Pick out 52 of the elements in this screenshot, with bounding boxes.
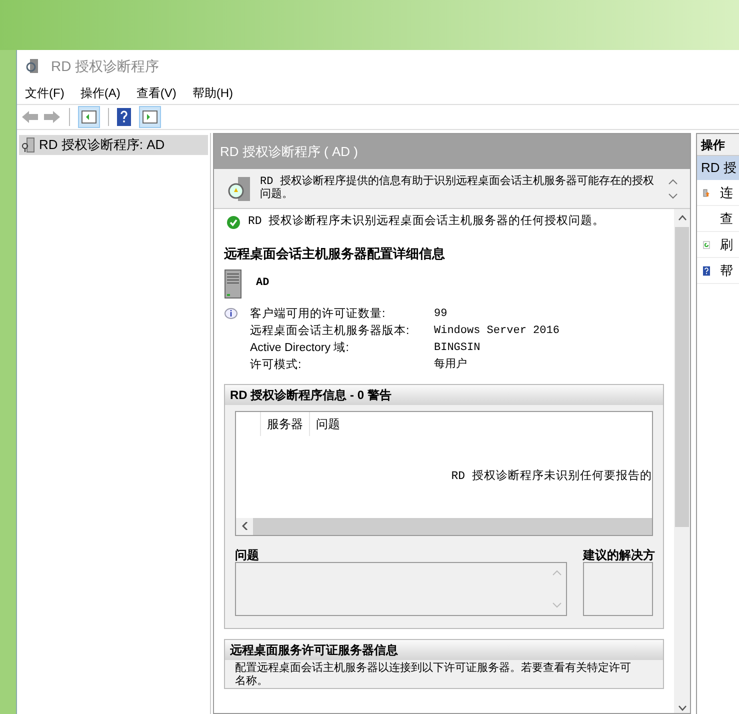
column-header[interactable]: 问题 <box>309 412 346 436</box>
help-icon[interactable] <box>117 108 131 126</box>
scroll-down-icon[interactable] <box>678 705 686 711</box>
empty-list-message: RD 授权诊断程序未识别任何要报告的 <box>450 468 652 485</box>
scroll-up-icon[interactable] <box>678 215 686 221</box>
server-diagnostic-icon <box>226 176 252 202</box>
action-item[interactable]: 刷 <box>697 232 739 258</box>
field-label: 建议的解决方 <box>583 546 653 562</box>
field-label: 问题 <box>235 546 260 562</box>
description-text: RD 授权诊断程序提供的信息有助于识别远程桌面会话主机服务器可能存在的授权问题。 <box>260 176 655 202</box>
action-item[interactable]: 查 <box>697 206 739 232</box>
section-header: RD 授权诊断程序信息 - 0 警告 <box>225 384 663 404</box>
tree-item[interactable]: RD 授权诊断程序: AD <box>19 135 208 155</box>
vertical-scrollbar[interactable] <box>674 209 690 713</box>
solution-text-area[interactable] <box>583 562 653 616</box>
section-header: 远程桌面服务许可证服务器信息 <box>225 640 663 660</box>
description-text: 配置远程桌面会话主机服务器以连接到以下许可证服务器。若要查看有关特定许可 <box>235 662 632 674</box>
menu-item[interactable]: 帮助(H) <box>192 84 233 102</box>
server-key-icon <box>21 137 35 153</box>
action-item[interactable]: 帮 <box>697 258 739 284</box>
scroll-arrows-icon[interactable] <box>668 178 678 200</box>
show-actions-icon[interactable] <box>139 106 161 128</box>
menu-item[interactable]: 操作(A) <box>80 84 120 102</box>
check-icon <box>227 216 240 228</box>
property-value: 99 <box>434 306 448 322</box>
pane-header: RD 授权诊断程序 ( AD ) <box>214 134 690 169</box>
show-tree-icon[interactable] <box>78 106 100 128</box>
property-value: Windows Server 2016 <box>434 324 560 338</box>
property-value: 每用户 <box>434 356 468 372</box>
property-label: 客户端可用的许可证数量: <box>250 306 386 322</box>
property-label: Active Directory 域: <box>250 340 350 356</box>
actions-group-header[interactable]: RD 授 <box>697 156 739 180</box>
menu-item[interactable]: 查看(V) <box>136 84 176 102</box>
status-message: RD 授权诊断程序未识别远程桌面会话主机服务器的任何授权问题。 <box>248 213 605 230</box>
menu-item[interactable]: 文件(F) <box>25 84 64 102</box>
property-value: BINGSIN <box>434 340 482 356</box>
back-arrow-icon[interactable] <box>21 110 39 124</box>
action-item[interactable]: 连 <box>697 180 739 206</box>
window-title: RD 授权诊断程序 <box>51 56 160 76</box>
problem-text-area[interactable] <box>235 562 567 616</box>
property-label: 许可模式: <box>250 358 302 372</box>
info-icon <box>224 308 238 320</box>
section-heading: 远程桌面会话主机服务器配置详细信息 <box>224 245 446 263</box>
server-icon <box>224 268 244 298</box>
scroll-left-icon[interactable] <box>242 522 248 530</box>
property-label: 远程桌面会话主机服务器版本: <box>250 323 410 338</box>
server-name: AD <box>256 276 270 292</box>
column-header[interactable]: 服务器 <box>260 412 309 436</box>
forward-arrow-icon[interactable] <box>43 110 61 124</box>
description-text: 名称。 <box>235 674 269 688</box>
actions-header: 操作 <box>697 134 739 156</box>
horizontal-scrollbar[interactable] <box>236 518 652 534</box>
